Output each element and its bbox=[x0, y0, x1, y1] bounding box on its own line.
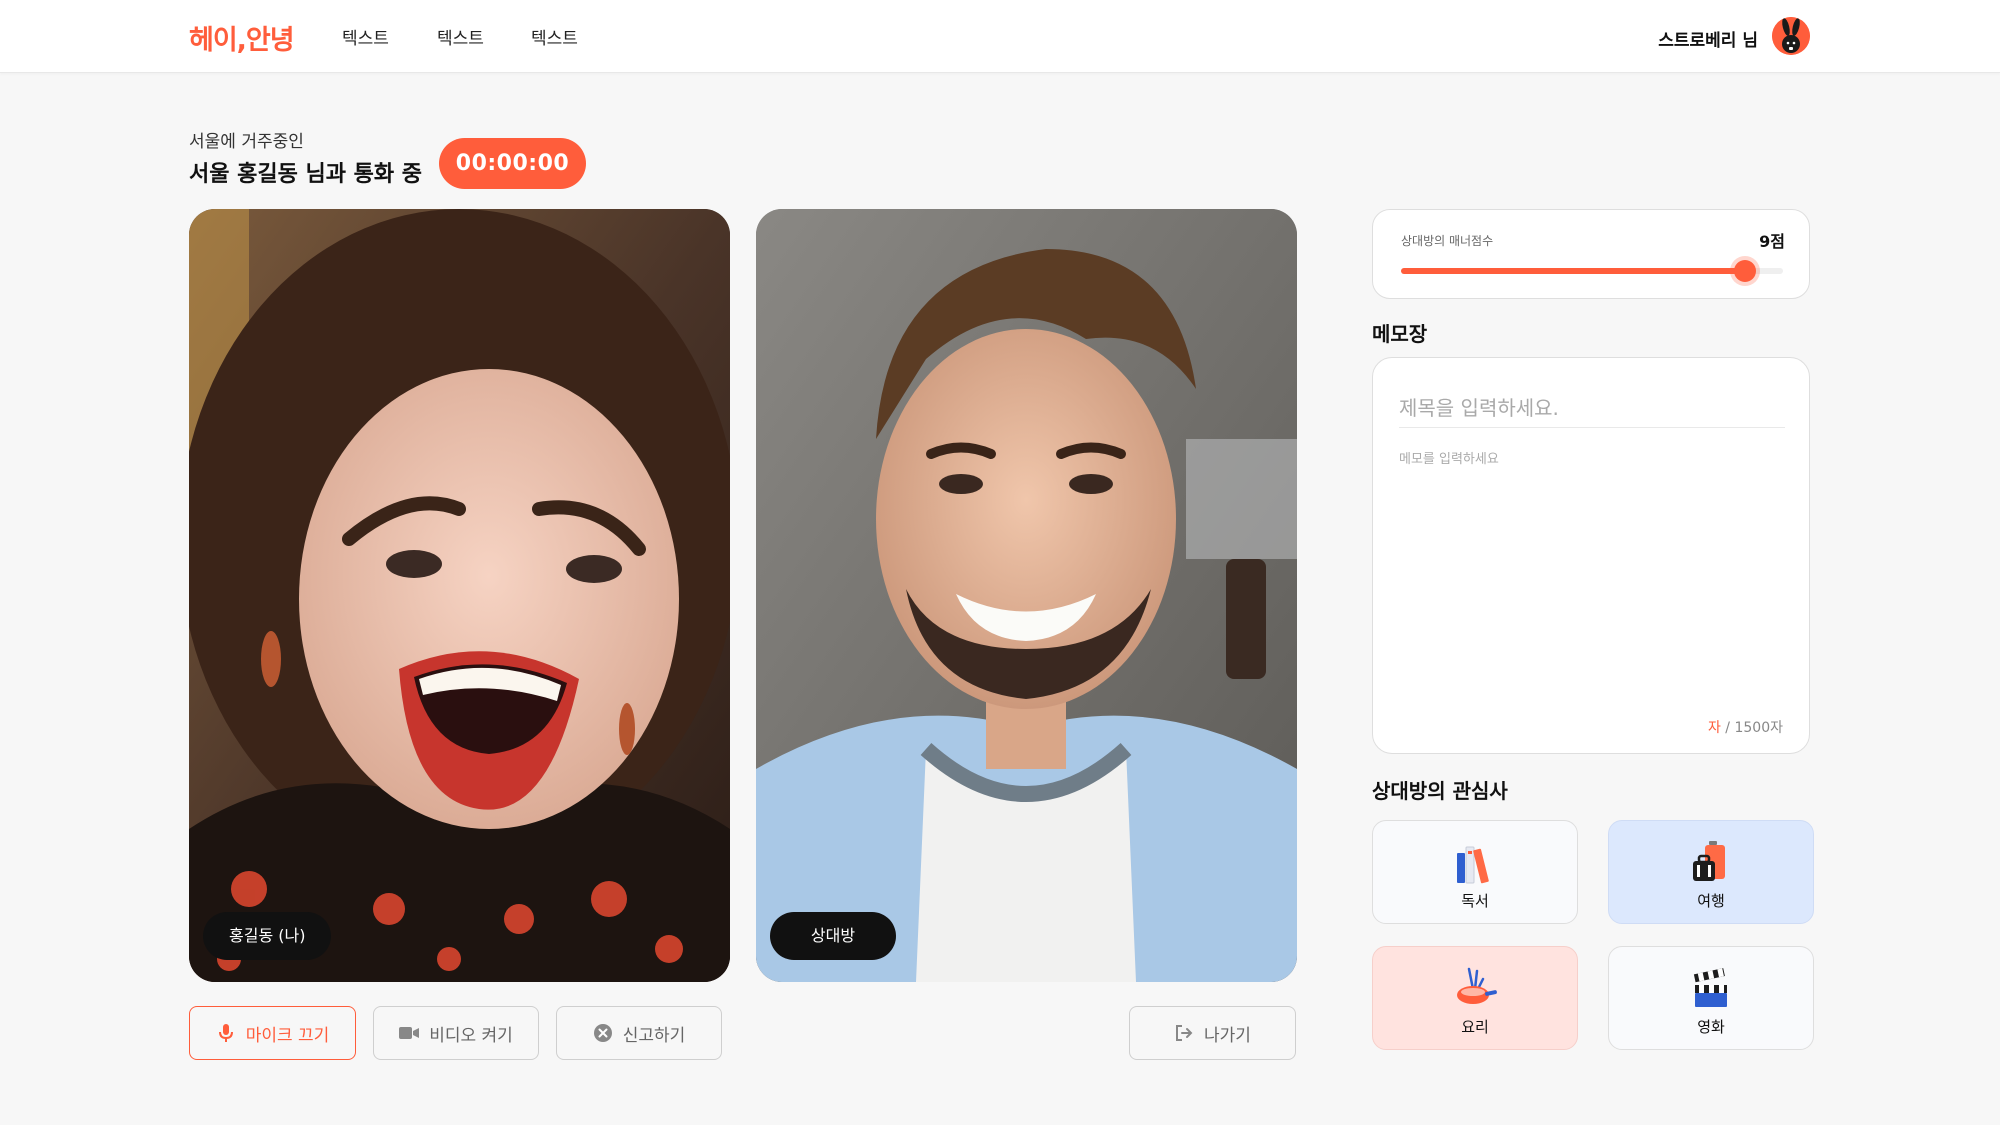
peer-video-feed: 상대방 bbox=[756, 209, 1297, 982]
nav-link-3[interactable]: 텍스트 bbox=[531, 24, 578, 49]
memo-title-input[interactable] bbox=[1399, 388, 1785, 428]
report-button[interactable]: 신고하기 bbox=[556, 1006, 722, 1060]
clapperboard-icon bbox=[1687, 965, 1735, 1013]
user-name[interactable]: 스트로베리 님 bbox=[1658, 26, 1758, 51]
cooking-icon bbox=[1451, 965, 1499, 1013]
close-circle-icon bbox=[593, 1023, 613, 1043]
manner-score-slider-fill bbox=[1401, 268, 1745, 274]
interest-movie[interactable]: 영화 bbox=[1608, 946, 1814, 1050]
interest-cooking-label: 요리 bbox=[1461, 1018, 1489, 1036]
interest-travel-label: 여행 bbox=[1697, 892, 1725, 910]
video-camera-icon bbox=[399, 1023, 420, 1043]
memo-count-current: 자 bbox=[1707, 720, 1721, 736]
top-navigation-bar: 헤이,안녕 텍스트 텍스트 텍스트 스트로베리 님 bbox=[0, 0, 2000, 73]
user-avatar[interactable] bbox=[1772, 17, 1810, 55]
manner-score-slider[interactable] bbox=[1401, 260, 1783, 282]
interest-reading-label: 독서 bbox=[1461, 892, 1489, 910]
rabbit-avatar-icon bbox=[1772, 17, 1810, 55]
interest-movie-label: 영화 bbox=[1697, 1018, 1725, 1036]
books-icon bbox=[1451, 839, 1499, 887]
report-label: 신고하기 bbox=[622, 1025, 686, 1046]
nav-link-1[interactable]: 텍스트 bbox=[342, 24, 389, 49]
manner-score-value: 9점 bbox=[1759, 232, 1785, 251]
interest-cooking[interactable]: 요리 bbox=[1372, 946, 1578, 1050]
leave-button[interactable]: 나가기 bbox=[1129, 1006, 1296, 1060]
manner-score-slider-thumb[interactable] bbox=[1733, 260, 1756, 282]
mic-off-button[interactable]: 마이크 끄기 bbox=[189, 1006, 356, 1060]
peer-video-image bbox=[756, 209, 1297, 982]
luggage-icon bbox=[1687, 839, 1735, 887]
mic-off-label: 마이크 끄기 bbox=[245, 1025, 330, 1046]
interests-heading: 상대방의 관심사 bbox=[1372, 779, 1508, 803]
memo-card: 자 / 1500자 bbox=[1372, 357, 1810, 754]
memo-count-max: / 1500자 bbox=[1720, 720, 1783, 736]
memo-heading: 메모장 bbox=[1372, 322, 1428, 346]
my-video-feed: 홍길동 (나) bbox=[189, 209, 730, 982]
nav-link-2[interactable]: 텍스트 bbox=[437, 24, 484, 49]
interest-reading[interactable]: 독서 bbox=[1372, 820, 1578, 924]
memo-character-count: 자 / 1500자 bbox=[1708, 717, 1783, 737]
microphone-icon bbox=[216, 1023, 236, 1043]
video-on-button[interactable]: 비디오 켜기 bbox=[373, 1006, 539, 1060]
memo-body-textarea[interactable] bbox=[1399, 448, 1785, 708]
my-video-image bbox=[189, 209, 730, 982]
call-timer: 00:00:00 bbox=[439, 138, 586, 189]
manner-score-label: 상대방의 매너점수 bbox=[1401, 234, 1494, 248]
video-on-label: 비디오 켜기 bbox=[429, 1025, 513, 1046]
exit-icon bbox=[1174, 1023, 1194, 1043]
brand-logo[interactable]: 헤이,안녕 bbox=[189, 18, 295, 57]
my-video-label: 홍길동 (나) bbox=[203, 912, 332, 960]
leave-label: 나가기 bbox=[1204, 1025, 1251, 1046]
call-status-title: 서울 홍길동 님과 통화 중 bbox=[189, 162, 423, 187]
manner-score-card: 상대방의 매너점수 9점 bbox=[1372, 209, 1810, 299]
peer-video-label: 상대방 bbox=[770, 912, 896, 960]
caller-location: 서울에 거주중인 bbox=[189, 132, 304, 152]
interest-travel[interactable]: 여행 bbox=[1608, 820, 1814, 924]
